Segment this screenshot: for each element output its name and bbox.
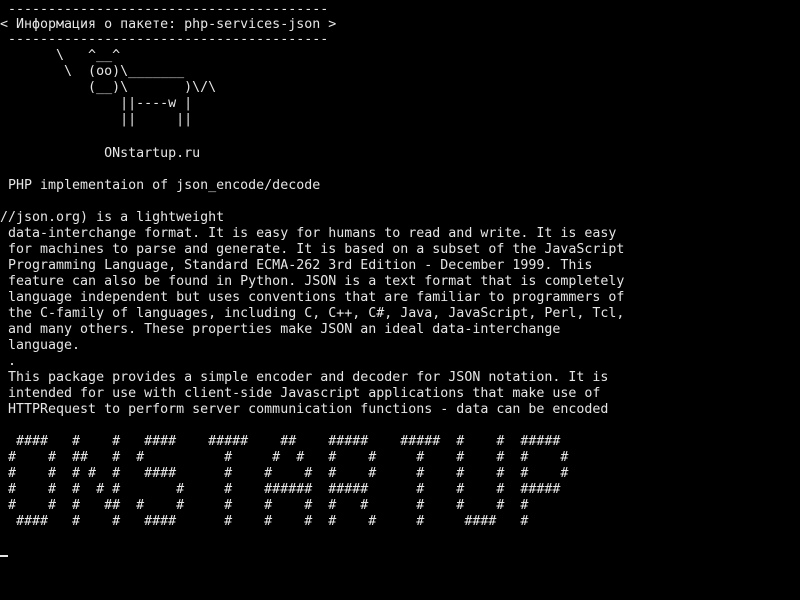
- site-label: ONstartup.ru: [0, 146, 201, 161]
- ascii-banner-line: #### # # #### # # # # # # #### #: [0, 514, 529, 529]
- cow-line: \ ^__^: [0, 48, 121, 63]
- description-line: the C-family of languages, including C, …: [0, 306, 625, 321]
- description-line: .: [0, 354, 17, 369]
- terminal-screen[interactable]: ----------------------------------------…: [0, 0, 800, 600]
- description-line: This package provides a simple encoder a…: [0, 370, 609, 385]
- description-line: data-interchange format. It is easy for …: [0, 226, 617, 241]
- ascii-banner-line: # # # # # # # ###### ##### # # # #####: [0, 482, 561, 497]
- ascii-banner-line: # # # # # #### # # # # # # # # # #: [0, 466, 569, 481]
- cow-line: \ (oo)\_______: [0, 64, 185, 79]
- description-line: feature can also be found in Python. JSO…: [0, 274, 625, 289]
- ascii-banner-line: #### # # #### ##### ## ##### ##### # # #…: [0, 434, 561, 449]
- description-line: language independent but uses convention…: [0, 290, 625, 305]
- package-summary: PHP implementaion of json_encode/decode: [0, 178, 321, 193]
- cow-line: (__)\ )\/\: [0, 80, 217, 95]
- description-line: and many others. These properties make J…: [0, 322, 561, 337]
- description-line: language.: [0, 338, 81, 353]
- description-line: //json.org) is a lightweight: [0, 210, 225, 225]
- description-line: HTTPRequest to perform server communicat…: [0, 402, 609, 417]
- ascii-banner-line: # # # ## # # # # # # # # # # #: [0, 498, 529, 513]
- speech-bubble-top-border: ----------------------------------------: [0, 2, 329, 17]
- ascii-banner-line: # # ## # # # # # # # # # # # #: [0, 450, 569, 465]
- description-line: Programming Language, Standard ECMA-262 …: [0, 258, 593, 273]
- speech-bubble-bottom-border: ----------------------------------------: [0, 32, 329, 47]
- description-line: for machines to parse and generate. It i…: [0, 242, 625, 257]
- description-line: intended for use with client-side Javasc…: [0, 386, 601, 401]
- cow-line: ||----w |: [0, 96, 193, 111]
- cow-line: || ||: [0, 112, 193, 127]
- text-cursor: [0, 555, 8, 557]
- speech-bubble-text: < Информация о пакете: php-services-json…: [0, 17, 337, 32]
